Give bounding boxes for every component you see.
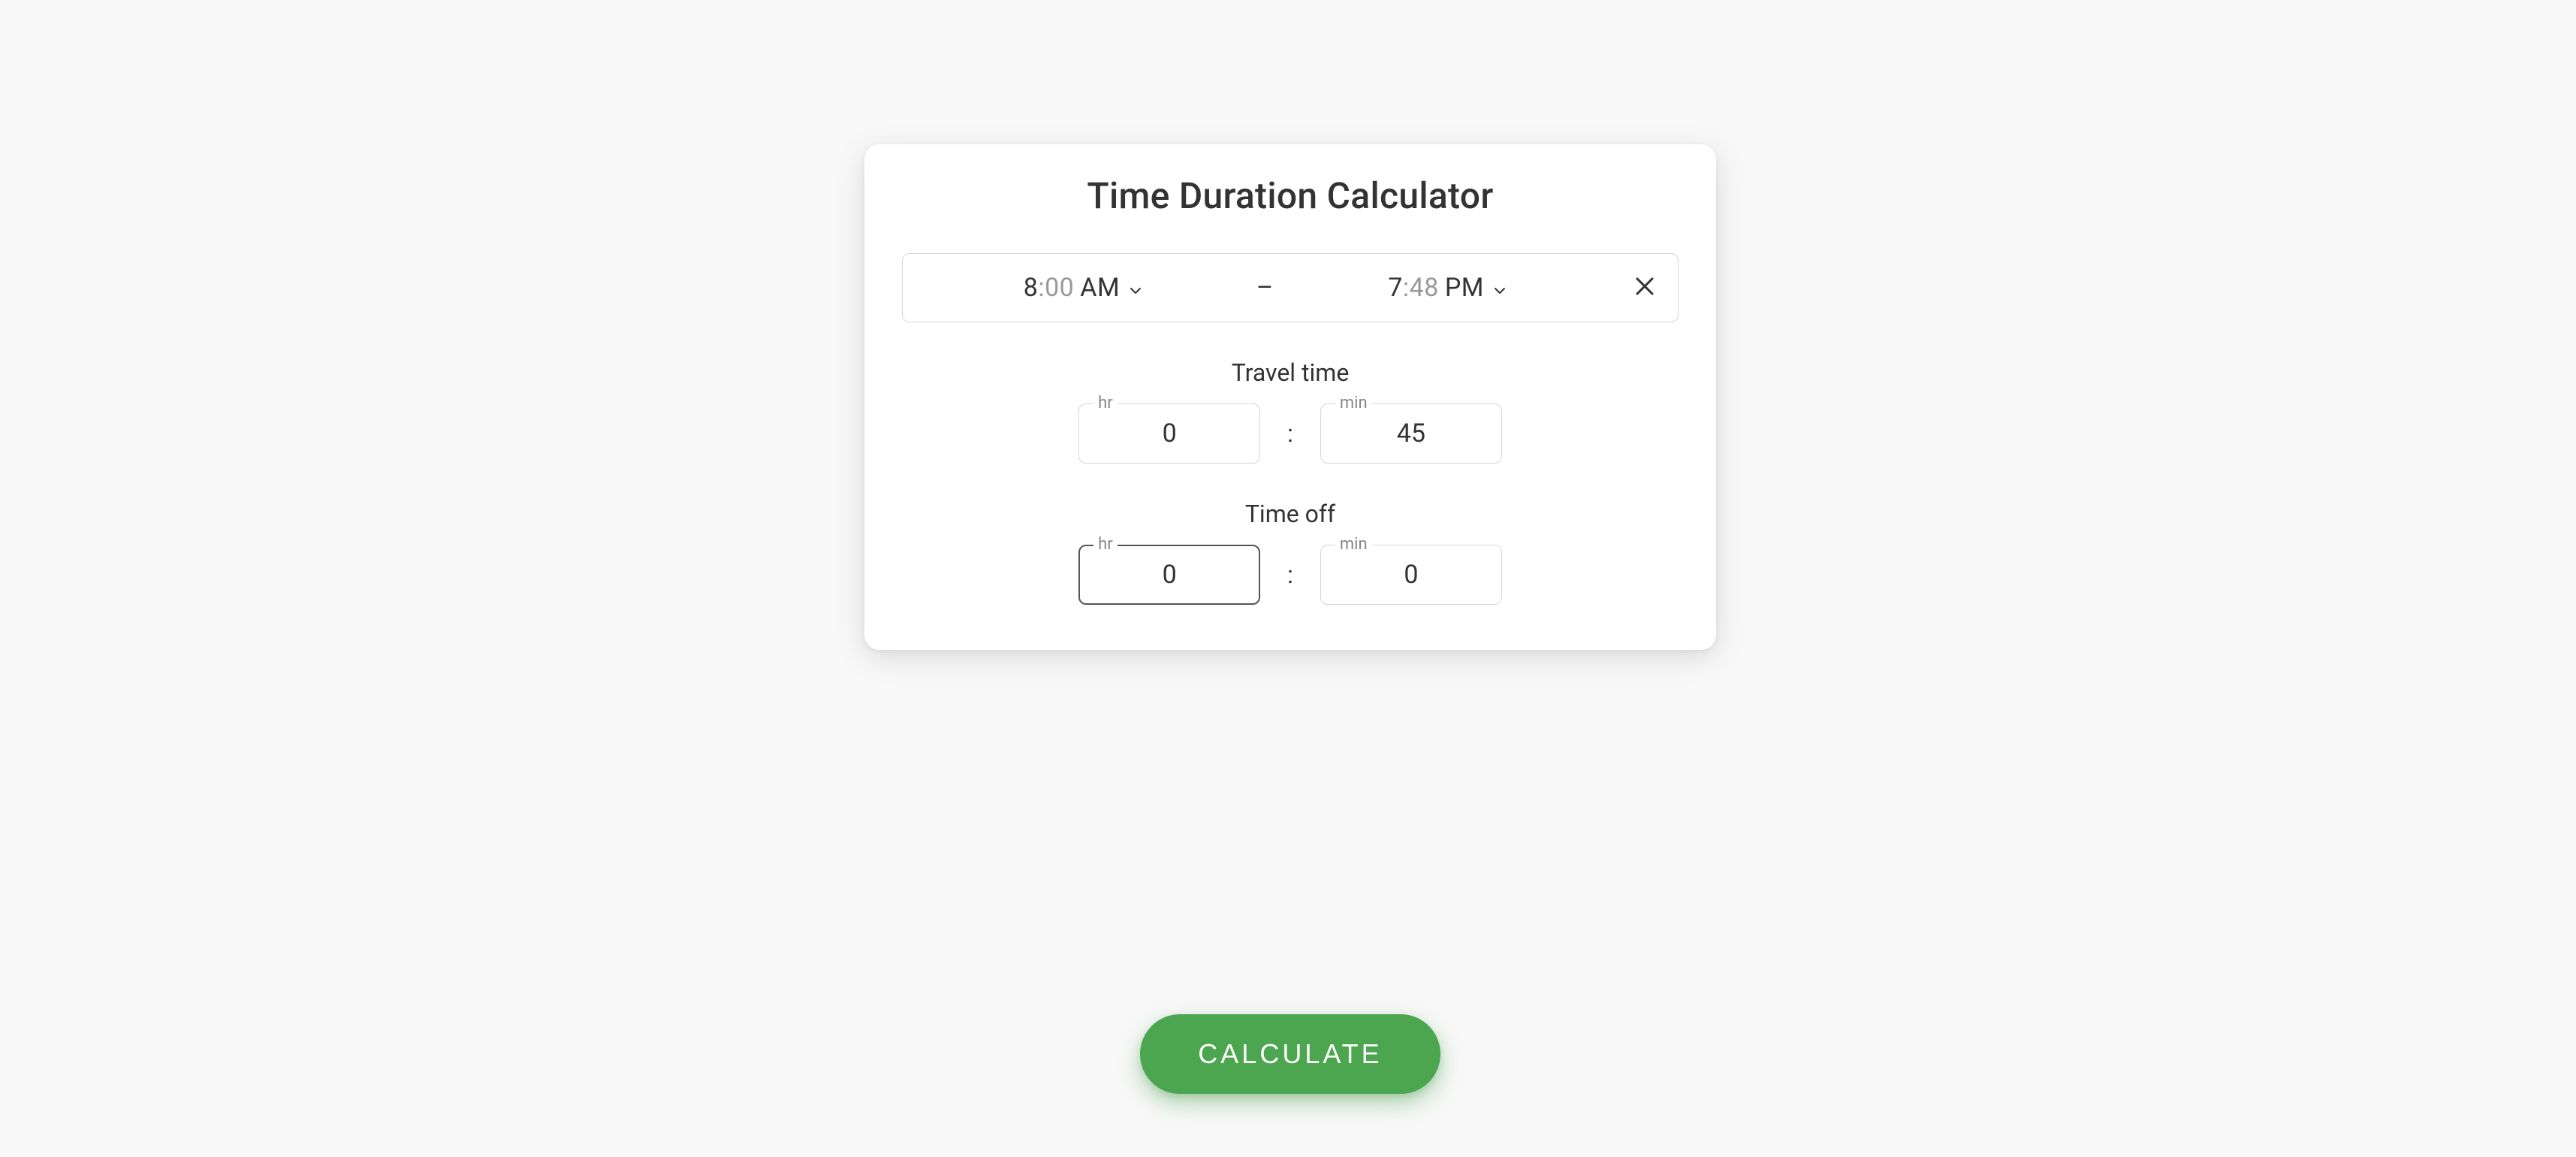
end-ampm: PM bbox=[1445, 273, 1506, 303]
hr-legend: hr bbox=[1093, 395, 1118, 412]
travel-time-hr-input[interactable] bbox=[1078, 403, 1260, 464]
end-hour: 7 bbox=[1388, 273, 1403, 303]
start-hour: 8 bbox=[1024, 273, 1039, 303]
time-off-label: Time off bbox=[902, 500, 1679, 528]
travel-time-hr-field: hr bbox=[1078, 403, 1260, 464]
start-ampm: AM bbox=[1080, 273, 1142, 303]
time-range-row: 8:00 AM – 7:48 PM bbox=[902, 253, 1679, 322]
calculator-card: Time Duration Calculator 8:00 AM – 7:48 … bbox=[864, 144, 1716, 650]
min-legend: min bbox=[1335, 536, 1372, 553]
chevron-down-icon bbox=[1494, 282, 1506, 298]
travel-time-label: Travel time bbox=[902, 358, 1679, 387]
chevron-down-icon bbox=[1130, 282, 1142, 298]
time-off-min-field: min bbox=[1320, 545, 1502, 605]
close-icon bbox=[1634, 276, 1655, 297]
time-off-min-input[interactable] bbox=[1320, 545, 1502, 605]
colon-separator: : bbox=[1287, 560, 1293, 589]
travel-time-row: hr : min bbox=[902, 403, 1679, 464]
end-colon: : bbox=[1403, 273, 1410, 303]
end-minute: 48 bbox=[1410, 273, 1439, 303]
travel-time-min-input[interactable] bbox=[1320, 403, 1502, 464]
calculate-button[interactable]: CALCULATE bbox=[1140, 1014, 1440, 1094]
range-separator: – bbox=[1247, 273, 1282, 303]
end-time-picker[interactable]: 7:48 PM bbox=[1282, 273, 1612, 303]
card-title: Time Duration Calculator bbox=[902, 174, 1679, 217]
min-legend: min bbox=[1335, 395, 1372, 412]
start-minute: 00 bbox=[1045, 273, 1074, 303]
colon-separator: : bbox=[1287, 419, 1293, 448]
end-time-value: 7:48 bbox=[1388, 273, 1439, 303]
start-time-value: 8:00 bbox=[1024, 273, 1075, 303]
start-colon: : bbox=[1038, 273, 1045, 303]
clear-time-range-button[interactable] bbox=[1612, 274, 1663, 301]
time-off-row: hr : min bbox=[902, 545, 1679, 605]
time-off-hr-field: hr bbox=[1078, 545, 1260, 605]
hr-legend: hr bbox=[1093, 536, 1118, 553]
time-off-hr-input[interactable] bbox=[1078, 545, 1260, 605]
travel-time-min-field: min bbox=[1320, 403, 1502, 464]
start-time-picker[interactable]: 8:00 AM bbox=[918, 273, 1247, 303]
